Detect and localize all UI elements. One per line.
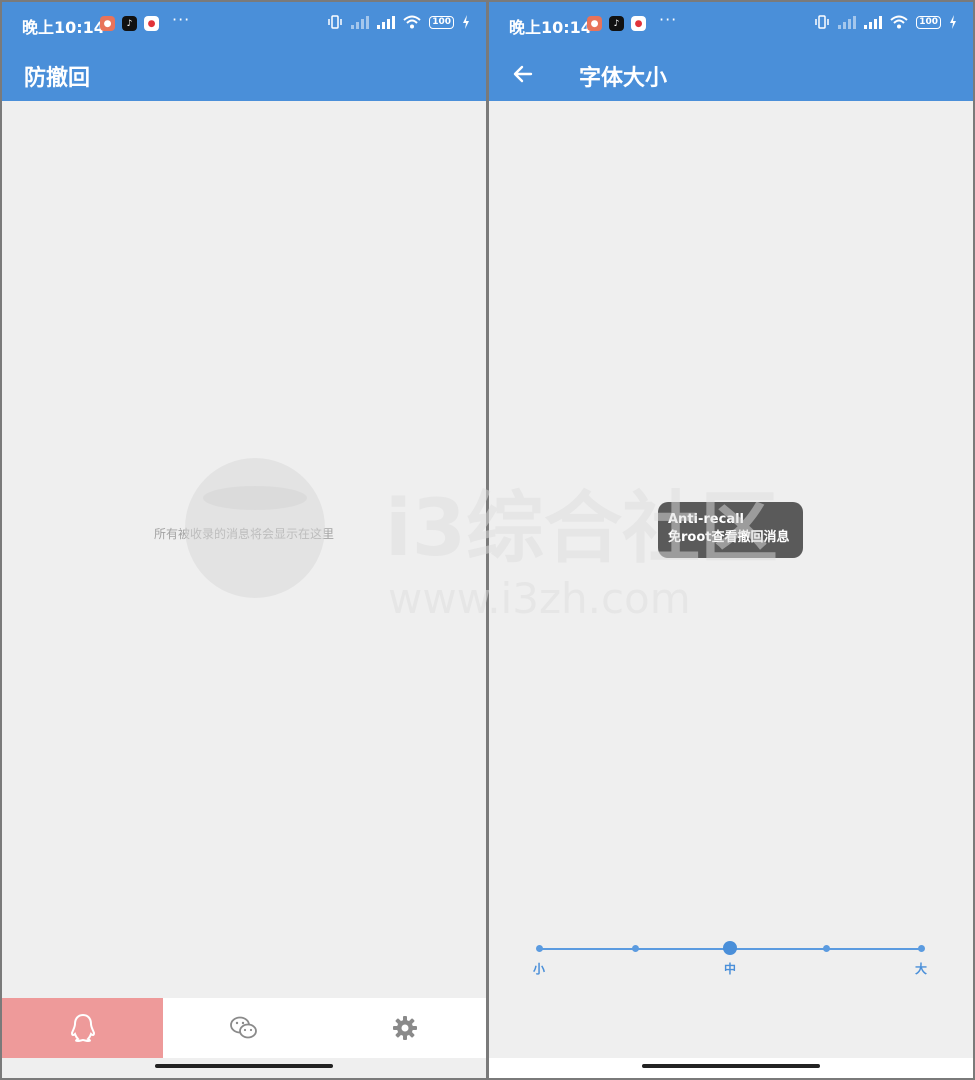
signal-hd-icon bbox=[377, 15, 396, 29]
tab-wechat[interactable] bbox=[163, 998, 324, 1058]
slider-label: 中 bbox=[723, 962, 737, 976]
bottom-navigation bbox=[2, 998, 486, 1058]
wifi-icon bbox=[403, 15, 421, 29]
tab-qq[interactable] bbox=[2, 998, 164, 1058]
charging-icon bbox=[950, 15, 956, 29]
bottom-bar bbox=[489, 1058, 973, 1078]
weibo-icon: ● bbox=[587, 16, 602, 31]
more-notifications-icon: ··· bbox=[172, 10, 191, 29]
battery-icon: 100 bbox=[429, 15, 454, 29]
app-notification-icon: ● bbox=[144, 16, 159, 31]
toast-subtitle: 免root查看撤回消息 bbox=[668, 530, 790, 545]
wechat-icon bbox=[230, 1016, 257, 1039]
tab-settings[interactable] bbox=[325, 998, 486, 1058]
slider-label: 大 bbox=[914, 962, 928, 976]
anti-recall-screen: 晚上10:14 ● ♪ ● ··· 100 防撤回 所有被收录的消息将会显示在这… bbox=[2, 2, 486, 1078]
slider-tick[interactable] bbox=[536, 945, 543, 952]
status-bar: 晚上10:14 ● ♪ ● ··· 100 bbox=[489, 2, 973, 48]
toast-title: Anti-recall bbox=[668, 512, 745, 527]
app-bar: 防撤回 bbox=[2, 48, 486, 101]
page-title: 防撤回 bbox=[24, 66, 91, 91]
signal-hd-icon bbox=[864, 15, 883, 29]
vibrate-icon bbox=[815, 15, 829, 29]
notification-icons: ● ♪ ● bbox=[587, 16, 646, 31]
slider-label: 小 bbox=[532, 962, 546, 976]
gear-icon bbox=[393, 1016, 418, 1040]
signal-icon bbox=[351, 15, 370, 29]
battery-icon: 100 bbox=[916, 15, 941, 29]
signal-icon bbox=[838, 15, 857, 29]
slider-thumb[interactable] bbox=[723, 941, 737, 955]
page-title: 字体大小 bbox=[579, 66, 668, 91]
font-size-slider[interactable] bbox=[536, 941, 925, 955]
back-arrow-icon[interactable] bbox=[511, 62, 535, 86]
more-notifications-icon: ··· bbox=[659, 10, 678, 29]
notification-icons: ● ♪ ● bbox=[100, 16, 159, 31]
font-size-screen: 晚上10:14 ● ♪ ● ··· 100 字体大小 Anti-recall 免… bbox=[489, 2, 973, 1078]
slider-tick[interactable] bbox=[918, 945, 925, 952]
tiktok-icon: ♪ bbox=[122, 16, 137, 31]
app-bar: 字体大小 bbox=[489, 48, 973, 101]
app-notification-icon: ● bbox=[631, 16, 646, 31]
home-indicator[interactable] bbox=[155, 1064, 333, 1068]
weibo-icon: ● bbox=[100, 16, 115, 31]
wifi-icon bbox=[890, 15, 908, 29]
slider-tick[interactable] bbox=[631, 945, 639, 952]
home-indicator[interactable] bbox=[642, 1064, 820, 1068]
status-time: 晚上10:14 bbox=[22, 18, 105, 37]
status-indicators: 100 bbox=[814, 15, 957, 29]
charging-icon bbox=[463, 15, 469, 29]
slider-tick[interactable] bbox=[822, 945, 830, 952]
status-indicators: 100 bbox=[327, 15, 470, 29]
vibrate-icon bbox=[328, 15, 342, 29]
status-time: 晚上10:14 bbox=[509, 18, 592, 37]
empty-state-message: 所有被收录的消息将会显示在这里 bbox=[153, 527, 334, 541]
qq-icon bbox=[70, 1013, 95, 1043]
tiktok-icon: ♪ bbox=[609, 16, 624, 31]
toast-message: Anti-recall 免root查看撤回消息 bbox=[658, 502, 803, 558]
status-bar: 晚上10:14 ● ♪ ● ··· 100 bbox=[2, 2, 486, 48]
